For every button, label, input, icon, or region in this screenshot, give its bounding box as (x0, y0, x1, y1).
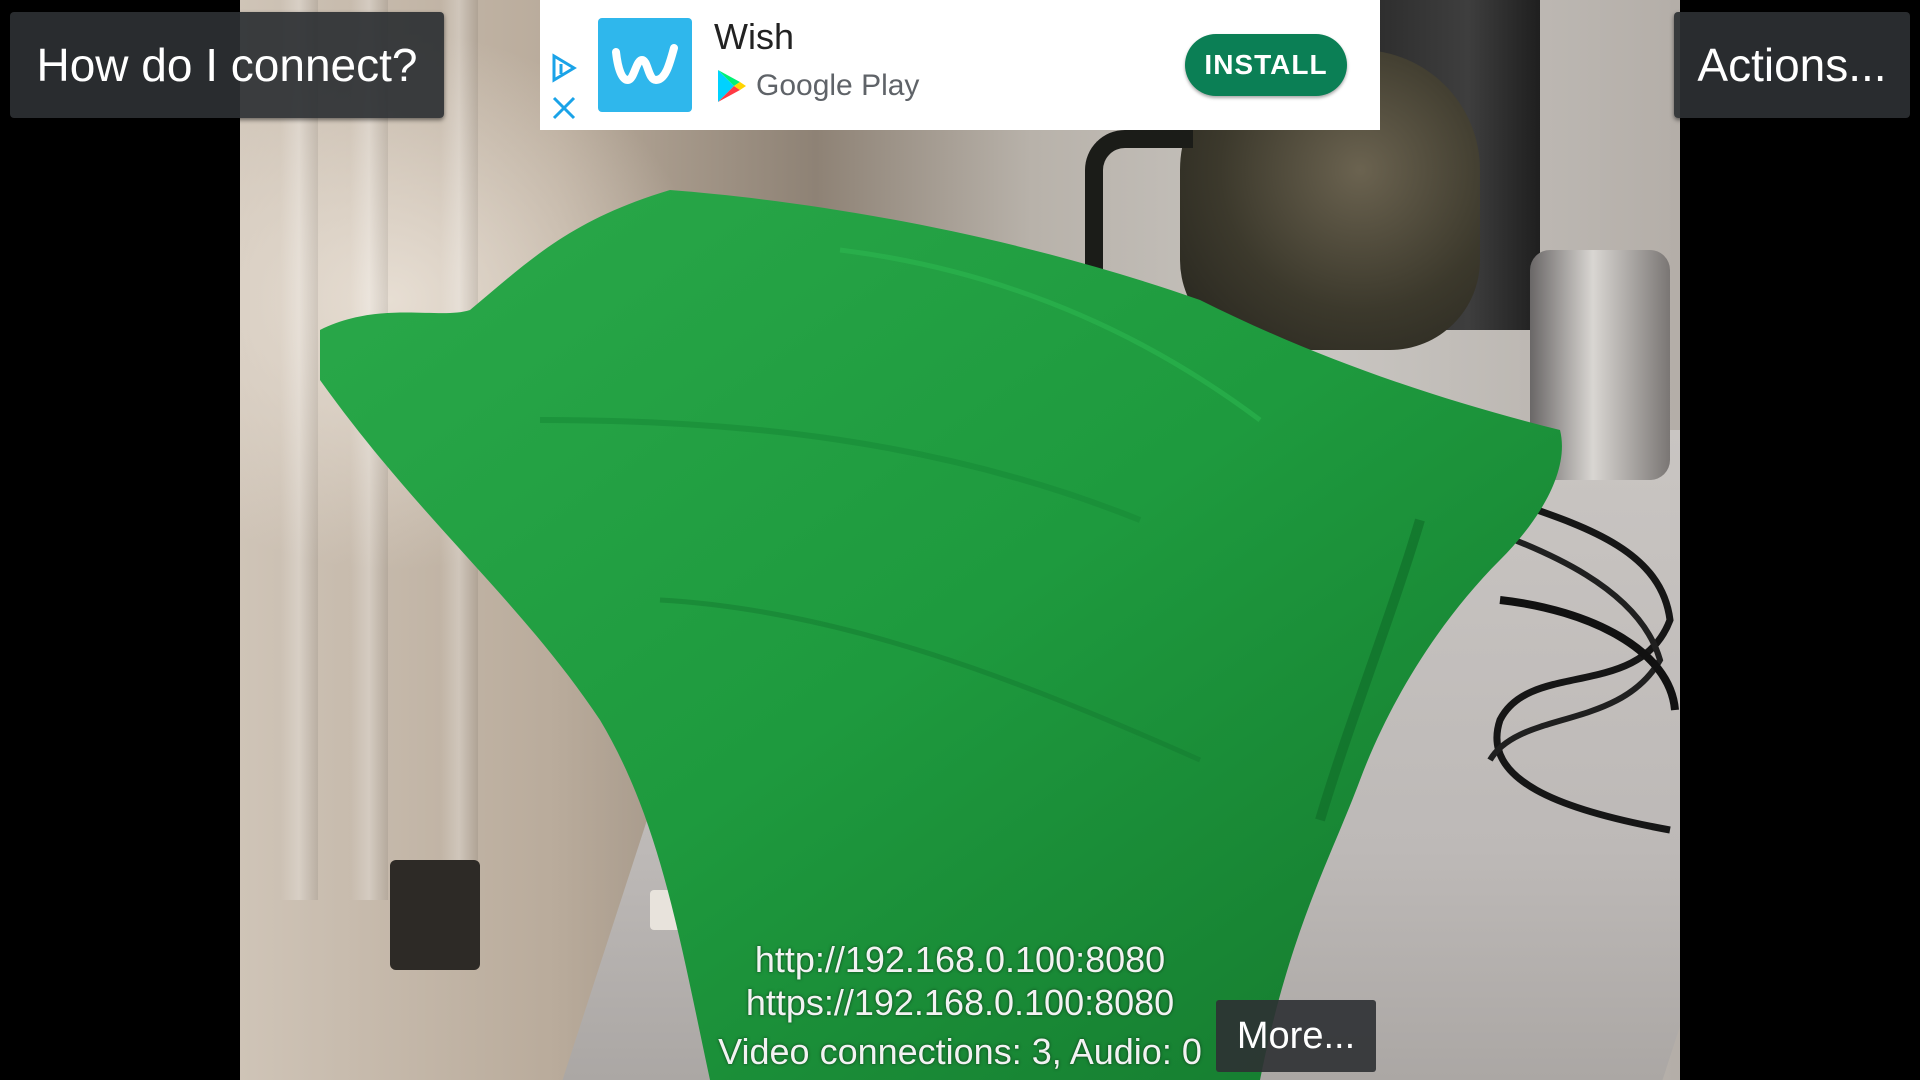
close-icon[interactable] (550, 94, 578, 122)
more-button[interactable]: More... (1216, 1000, 1376, 1072)
wish-app-icon[interactable] (598, 18, 692, 112)
ad-app-name: Wish (714, 16, 794, 57)
install-button[interactable]: INSTALL (1185, 34, 1347, 96)
google-play-icon (718, 70, 746, 102)
server-status: http://192.168.0.100:8080 https://192.16… (690, 938, 1230, 1073)
ad-banner[interactable]: Wish Google Play INSTALL (540, 0, 1380, 130)
wish-logo-icon (612, 44, 678, 84)
store-name: Google Play (756, 69, 920, 102)
ad-choices-icon[interactable] (548, 52, 580, 84)
https-url: https://192.168.0.100:8080 (745, 982, 1175, 1023)
actions-menu-button[interactable]: Actions... (1674, 12, 1910, 118)
connection-count: Video connections: 3, Audio: 0 (718, 1031, 1202, 1072)
http-url: http://192.168.0.100:8080 (754, 939, 1166, 980)
how-do-i-connect-button[interactable]: How do I connect? (10, 12, 444, 118)
camera-preview (240, 0, 1680, 1080)
green-cloth (320, 190, 1562, 1080)
store-badge: Google Play (716, 68, 919, 104)
